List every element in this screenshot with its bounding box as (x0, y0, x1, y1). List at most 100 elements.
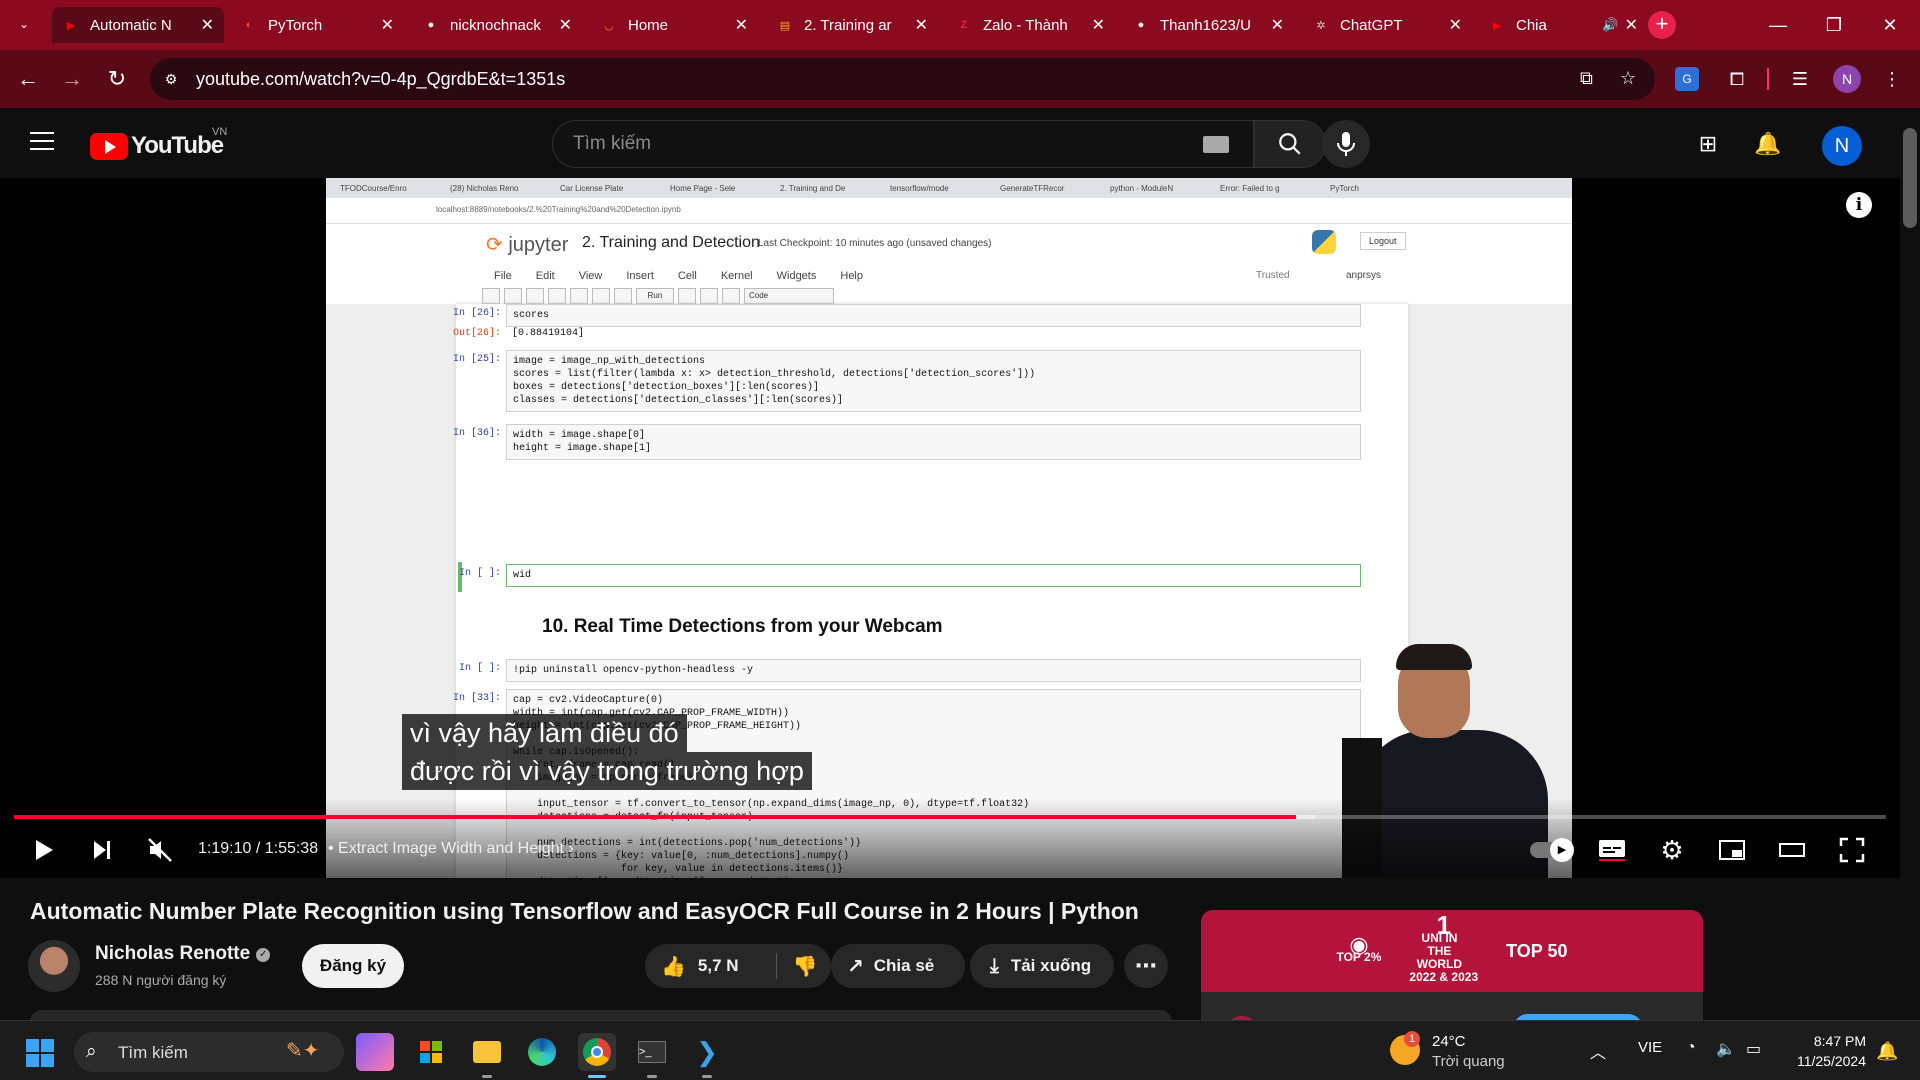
notebook-menu-item: Cell (677, 270, 697, 282)
channel-avatar[interactable] (28, 940, 80, 992)
extensions-puzzle-icon[interactable]: ⧠ (1722, 64, 1752, 94)
close-window-icon[interactable]: ✕ (1862, 0, 1918, 50)
subtitles-button[interactable] (1594, 830, 1630, 870)
notebook-menu-item: File (494, 270, 512, 282)
browser-tab[interactable]: Z Zalo - Thành ✕ (945, 7, 1115, 43)
download-button[interactable]: ⤓ Tải xuống (970, 944, 1114, 988)
progress-bar[interactable] (14, 815, 1886, 819)
battery-icon[interactable]: ▭ (1746, 1039, 1761, 1059)
weather-badge: 1 (1404, 1031, 1420, 1047)
channel-name-row[interactable]: Nicholas Renotte ✓ (95, 943, 271, 965)
bookmark-star-icon[interactable]: ☆ (1620, 68, 1636, 89)
tab-close-icon[interactable]: ✕ (735, 15, 748, 35)
tray-overflow-chevron-icon[interactable]: ︿ (1590, 1039, 1606, 1063)
reload-icon[interactable]: ↻ (101, 63, 133, 95)
tab-close-icon[interactable]: ✕ (915, 15, 928, 35)
tab-close-icon[interactable]: ✕ (1271, 15, 1284, 35)
like-count[interactable]: 5,7 N (698, 956, 776, 976)
voice-search-button[interactable] (1322, 120, 1370, 168)
page-scrollbar-thumb[interactable] (1903, 128, 1917, 228)
volume-icon[interactable]: 🔈 (1716, 1039, 1736, 1059)
channel-name[interactable]: Nicholas Renotte (95, 943, 250, 964)
dislike-thumb-icon[interactable]: 👎 (793, 954, 818, 979)
tab-close-icon[interactable]: ✕ (381, 15, 394, 35)
site-info-icon[interactable]: ⚙ (160, 68, 182, 90)
tab-audio-icon[interactable]: 🔊 (1602, 17, 1618, 33)
taskbar-search[interactable]: ⌕ Tìm kiếm ✎✦ (74, 1032, 344, 1072)
weather-temperature: 24°C (1432, 1033, 1466, 1050)
system-clock[interactable]: 8:47 PM 11/25/2024 (1778, 1031, 1866, 1071)
browser-tab[interactable]: ✲ ChatGPT ✕ (1302, 7, 1472, 43)
terminal-icon[interactable]: >_ (633, 1033, 671, 1078)
create-video-icon[interactable]: ⊞ (1692, 128, 1724, 160)
theater-mode-button[interactable] (1774, 830, 1810, 870)
account-avatar[interactable]: N (1822, 126, 1862, 166)
tab-close-icon[interactable]: ✕ (559, 15, 572, 35)
edge-browser-icon[interactable] (523, 1033, 561, 1071)
back-icon[interactable]: ← (12, 63, 44, 95)
browser-tab[interactable]: ● nicknochnack ✕ (412, 7, 582, 43)
play-button[interactable] (26, 830, 62, 870)
cell-prompt: In [33]: (452, 693, 501, 704)
new-tab-button[interactable]: + (1648, 11, 1676, 39)
taskbar-search-label: Tìm kiếm (118, 1043, 188, 1062)
browser-tab[interactable]: ▶ Automatic N ✕ (52, 7, 224, 43)
forward-icon[interactable]: → (56, 63, 88, 95)
youtube-logo[interactable]: YouTube VN (90, 126, 227, 160)
wifi-icon[interactable]: ◔ (1686, 1039, 1696, 1057)
copilot-icon[interactable] (356, 1033, 394, 1071)
recorded-tab: 2. Training and De (780, 184, 846, 193)
youtube-header: YouTube VN ⊞ 🔔 N (0, 108, 1900, 178)
tab-close-icon[interactable]: ✕ (201, 15, 214, 35)
menu-hamburger-icon[interactable] (30, 132, 54, 156)
browser-tab[interactable]: ◡ Home ✕ (590, 7, 758, 43)
chrome-taskbar-icon[interactable] (578, 1033, 616, 1078)
subscribe-button[interactable]: Đăng ký (302, 944, 404, 988)
mute-button[interactable] (142, 830, 178, 870)
tab-close-icon[interactable]: ✕ (1625, 15, 1638, 35)
profile-avatar[interactable]: N (1833, 65, 1861, 93)
output-cell: Out[26]: [0.88419104] (453, 324, 1361, 343)
url-text[interactable]: youtube.com/watch?v=0-4p_QgrdbE&t=1351s (196, 69, 565, 90)
ad-banner: ◉ TOP 2% 1 UNI IN THE WORLD 2022 & 2023 T… (1201, 910, 1703, 992)
browser-tab[interactable]: ● Thanh1623/U ✕ (1122, 7, 1294, 43)
tab-search-chevron-icon[interactable]: ⌄ (10, 10, 38, 38)
input-language[interactable]: VIE (1638, 1039, 1662, 1056)
browser-tab[interactable]: ▤ 2. Training ar ✕ (766, 7, 938, 43)
info-icon[interactable]: i (1846, 192, 1872, 218)
page-scrollbar-track[interactable] (1900, 108, 1920, 1020)
browser-tab[interactable]: ▶ Chia 🔊 ✕ (1478, 7, 1648, 43)
browser-toolbar: ← → ↻ ⚙ youtube.com/watch?v=0-4p_QgrdbE&… (0, 50, 1920, 108)
like-thumb-icon[interactable]: 👍 (661, 954, 686, 979)
fullscreen-button[interactable] (1834, 830, 1870, 870)
keyboard-icon[interactable] (1203, 136, 1229, 153)
notification-bell-icon[interactable]: 🔔 (1876, 1041, 1898, 1062)
restore-icon[interactable]: ❐ (1806, 0, 1862, 50)
search-input[interactable] (573, 133, 1153, 155)
open-in-app-icon[interactable]: ⧉ (1580, 68, 1593, 89)
cell-prompt: In [26]: (452, 308, 501, 319)
search-button[interactable] (1254, 120, 1326, 168)
address-bar[interactable]: ⚙ youtube.com/watch?v=0-4p_QgrdbE&t=1351… (150, 58, 1655, 100)
chrome-menu-icon[interactable]: ⋮ (1877, 64, 1907, 94)
share-button[interactable]: ↗ Chia sẻ (831, 944, 965, 988)
microsoft-store-icon[interactable] (412, 1033, 450, 1071)
more-actions-icon[interactable]: ⋯ (1124, 944, 1168, 988)
minimize-icon[interactable]: — (1750, 0, 1806, 50)
settings-gear-icon[interactable]: ⚙ (1654, 830, 1690, 870)
notifications-bell-icon[interactable]: 🔔 (1752, 128, 1784, 160)
next-button[interactable] (84, 830, 120, 870)
windows-start-icon[interactable] (26, 1039, 54, 1067)
media-controls-icon[interactable]: ☰ (1785, 64, 1815, 94)
autoplay-toggle[interactable] (1530, 838, 1574, 862)
miniplayer-button[interactable] (1714, 830, 1750, 870)
chapter-title[interactable]: • Extract Image Width and Height › (328, 840, 574, 858)
video-player[interactable]: TFODCourse/Enro (28) Nicholas Reno Car Lic… (0, 178, 1900, 878)
tab-close-icon[interactable]: ✕ (1092, 15, 1105, 35)
vscode-icon[interactable]: ❯ (688, 1033, 726, 1078)
search-highlight-decoration-icon: ✎✦ (286, 1040, 320, 1062)
file-explorer-icon[interactable] (468, 1033, 506, 1078)
browser-tab[interactable]: ◐ PyTorch ✕ (230, 7, 404, 43)
tab-close-icon[interactable]: ✕ (1449, 15, 1462, 35)
translate-extension-icon[interactable]: G (1675, 67, 1699, 91)
